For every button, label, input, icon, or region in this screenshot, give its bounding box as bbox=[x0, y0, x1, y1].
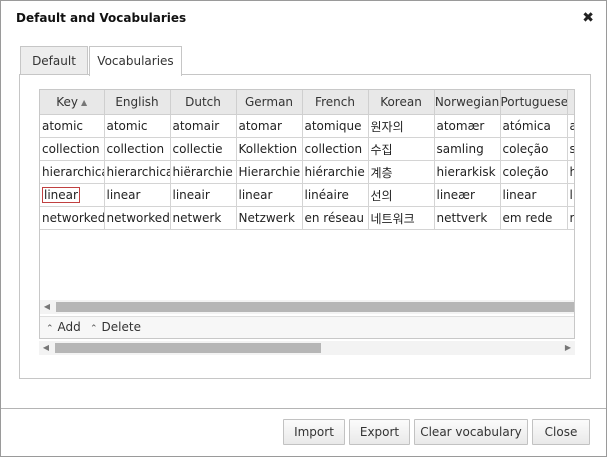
table-cell[interactable]: hierarchical bbox=[40, 160, 105, 184]
table-cell[interactable]: Hierarchie bbox=[235, 160, 303, 184]
table-cell[interactable]: s bbox=[566, 137, 574, 161]
add-row-button[interactable]: ⌃ Add bbox=[46, 320, 81, 334]
cell-editor[interactable]: linear bbox=[42, 187, 80, 203]
table-cell[interactable]: collection bbox=[103, 137, 171, 161]
scroll-left-icon[interactable]: ◀ bbox=[40, 300, 54, 314]
col-header-norwegian[interactable]: Norwegian bbox=[433, 90, 501, 115]
table-cell[interactable]: collection bbox=[301, 137, 369, 161]
table-cell[interactable]: atomic bbox=[103, 114, 171, 138]
vocabularies-dialog: Default and Vocabularies ✖ Default Vocab… bbox=[0, 0, 607, 457]
table-cell[interactable]: samling bbox=[433, 137, 501, 161]
col-header-portuguese[interactable]: Portuguese bbox=[499, 90, 568, 115]
clear-vocabulary-button[interactable]: Clear vocabulary bbox=[414, 419, 528, 445]
tab-default[interactable]: Default bbox=[20, 46, 88, 74]
table-cell[interactable]: atomar bbox=[235, 114, 303, 138]
table-cell[interactable]: nettverk bbox=[433, 206, 501, 230]
table-cell[interactable]: 수집 bbox=[367, 137, 435, 161]
table-row[interactable]: hierarchicalhierarchicalhiërarchieHierar… bbox=[40, 160, 574, 184]
col-header-korean[interactable]: Korean bbox=[367, 90, 435, 115]
inner-horizontal-scrollbar[interactable]: ◀ bbox=[40, 300, 574, 314]
table-cell[interactable]: atomique bbox=[301, 114, 369, 138]
table-cell[interactable]: linear bbox=[235, 183, 303, 207]
table-cell[interactable]: lineær bbox=[433, 183, 501, 207]
table-cell[interactable]: networked bbox=[103, 206, 171, 230]
scrollbar-thumb[interactable] bbox=[56, 302, 574, 312]
col-header-dutch[interactable]: Dutch bbox=[169, 90, 237, 115]
grid-toolbar: ⌃ Add ⌃ Delete bbox=[40, 316, 574, 338]
table-cell[interactable]: linear bbox=[499, 183, 568, 207]
table-cell[interactable]: atomic bbox=[40, 114, 105, 138]
table-cell[interactable]: 원자의 bbox=[367, 114, 435, 138]
table-cell[interactable]: atomær bbox=[433, 114, 501, 138]
vocabulary-table: Key ▲ English Dutch German French Korean … bbox=[40, 90, 574, 230]
table-cell[interactable]: hiërarchie bbox=[169, 160, 237, 184]
add-row-label: Add bbox=[57, 320, 81, 334]
footer-divider bbox=[1, 408, 606, 409]
scroll-right-icon[interactable]: ▶ bbox=[561, 341, 575, 355]
sort-icon: ▲ bbox=[81, 98, 88, 107]
close-button[interactable]: Close bbox=[532, 419, 590, 445]
tab-default-label: Default bbox=[32, 54, 76, 68]
scroll-left-icon[interactable]: ◀ bbox=[39, 341, 53, 355]
tab-vocabularies[interactable]: Vocabularies bbox=[89, 46, 182, 76]
table-cell[interactable]: Kollektion bbox=[235, 137, 303, 161]
tab-vocabularies-label: Vocabularies bbox=[97, 54, 174, 68]
table-cell[interactable]: collection bbox=[40, 137, 105, 161]
table-row[interactable]: atomic atomic atomair atomar atomique 원자의 atom… bbox=[40, 114, 574, 138]
table-cell[interactable]: Netzwerk bbox=[235, 206, 303, 230]
import-button[interactable]: Import bbox=[283, 419, 345, 445]
table-cell[interactable]: linear bbox=[40, 183, 105, 207]
delete-row-button[interactable]: ⌃ Delete bbox=[90, 320, 141, 334]
table-cell[interactable]: hierarchical bbox=[103, 160, 171, 184]
table-cell[interactable]: linéaire bbox=[301, 183, 369, 207]
table-cell[interactable]: a bbox=[566, 114, 574, 138]
table-cell[interactable]: hierarkisk bbox=[433, 160, 501, 184]
table-cell[interactable]: en réseau bbox=[301, 206, 369, 230]
table-row[interactable]: linear linear lineair linear linéaire 선의 lineæ… bbox=[40, 183, 574, 207]
col-header-french[interactable]: French bbox=[301, 90, 369, 115]
table-cell[interactable]: 네트워크 bbox=[367, 206, 435, 230]
table-cell[interactable]: networked bbox=[40, 206, 105, 230]
scrollbar-thumb[interactable] bbox=[55, 343, 321, 353]
table-row[interactable]: collection collection collectie Kollektion c… bbox=[40, 137, 574, 161]
table-cell[interactable]: coleção bbox=[499, 137, 568, 161]
table-row[interactable]: networked networked netwerk Netzwerk en rése… bbox=[40, 206, 574, 230]
col-header-german[interactable]: German bbox=[235, 90, 303, 115]
outer-horizontal-scrollbar[interactable]: ◀ ▶ bbox=[39, 341, 575, 355]
close-icon[interactable]: ✖ bbox=[582, 10, 594, 26]
table-cell[interactable]: hiérarchie bbox=[301, 160, 369, 184]
table-cell[interactable]: atomair bbox=[169, 114, 237, 138]
table-cell[interactable]: em rede bbox=[499, 206, 568, 230]
table-cell[interactable]: 선의 bbox=[367, 183, 435, 207]
table-cell[interactable]: atómica bbox=[499, 114, 568, 138]
table-cell[interactable]: collectie bbox=[169, 137, 237, 161]
dialog-title: Default and Vocabularies bbox=[16, 11, 187, 25]
col-header-key[interactable]: Key ▲ bbox=[40, 90, 105, 115]
delete-row-label: Delete bbox=[101, 320, 141, 334]
table-cell[interactable]: lineair bbox=[169, 183, 237, 207]
table-cell[interactable]: coleção bbox=[499, 160, 568, 184]
grid-viewport: Key ▲ English Dutch German French Korean … bbox=[40, 90, 574, 300]
col-header-next[interactable] bbox=[566, 90, 574, 115]
caret-up-icon: ⌃ bbox=[46, 324, 54, 334]
vocabularies-panel: Key ▲ English Dutch German French Korean … bbox=[19, 74, 591, 379]
table-cell[interactable]: r bbox=[566, 206, 574, 230]
table-cell[interactable]: 계층 bbox=[367, 160, 435, 184]
table-cell[interactable]: netwerk bbox=[169, 206, 237, 230]
vocabulary-grid: Key ▲ English Dutch German French Korean … bbox=[39, 89, 575, 339]
table-cell[interactable]: linear bbox=[103, 183, 171, 207]
col-header-english[interactable]: English bbox=[103, 90, 171, 115]
table-cell[interactable]: l bbox=[566, 183, 574, 207]
header-row: Key ▲ English Dutch German French Korean … bbox=[40, 90, 574, 115]
caret-up-icon: ⌃ bbox=[90, 324, 98, 334]
table-cell[interactable]: h bbox=[566, 160, 574, 184]
export-button[interactable]: Export bbox=[349, 419, 410, 445]
